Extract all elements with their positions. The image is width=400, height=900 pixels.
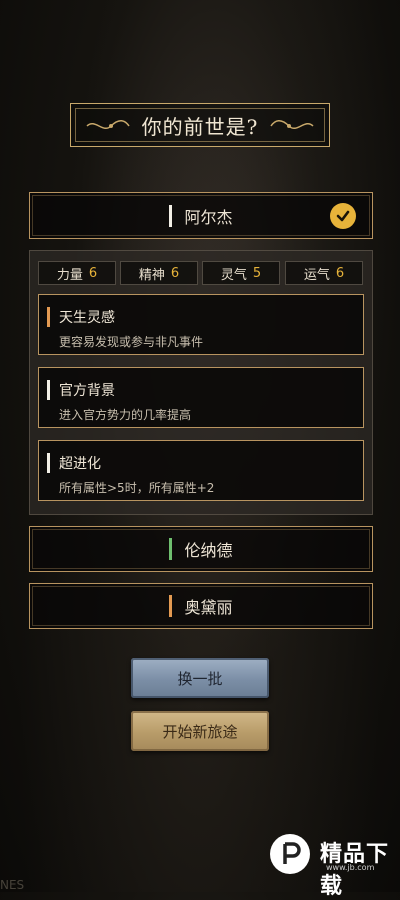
stat-label: 运气 (303, 267, 330, 283)
trait-desc-1: 更容易发现或参与非凡事件 (59, 335, 204, 349)
option-name-1: 阿尔杰 (184, 207, 233, 227)
option-label-1: 阿尔杰 (30, 193, 372, 238)
stat-value: 6 (88, 265, 98, 281)
trait-card-3: 超进化 所有属性>5时，所有属性+2 (38, 440, 364, 501)
option-card-3[interactable]: 奥黛丽 (29, 583, 373, 629)
trait-card-1: 天生灵感 更容易发现或参与非凡事件 (38, 294, 364, 355)
stat-aura: 灵气 5 (202, 261, 280, 285)
option-label-3: 奥黛丽 (30, 584, 372, 628)
option-label-2: 伦纳德 (30, 527, 372, 571)
corner-text: NES (0, 878, 25, 892)
stat-value: 5 (252, 265, 262, 281)
stat-label: 力量 (56, 267, 83, 283)
page-title: 你的前世是? (141, 114, 259, 139)
stat-luck: 运气 6 (285, 261, 363, 285)
trait-accent-bar (47, 453, 50, 473)
stat-spirit: 精神 6 (120, 261, 198, 285)
selected-check-icon (330, 203, 356, 229)
watermark: 精品下载 www.jb.com (270, 832, 394, 899)
trait-accent-bar (47, 380, 50, 400)
trait-card-2: 官方背景 进入官方势力的几率提高 (38, 367, 364, 428)
stat-value: 6 (335, 265, 345, 281)
flourish-left-icon (86, 120, 130, 129)
trait-name-3: 超进化 (59, 456, 101, 472)
option-card-1[interactable]: 阿尔杰 (29, 192, 373, 239)
watermark-logo-icon (270, 834, 310, 874)
option-name-3: 奥黛丽 (184, 598, 233, 617)
option-name-2: 伦纳德 (184, 541, 233, 560)
stat-strength: 力量 6 (38, 261, 116, 285)
option-accent-bar (169, 204, 173, 227)
option-accent-bar (169, 538, 173, 560)
trait-desc-3: 所有属性>5时，所有属性+2 (59, 481, 215, 495)
refresh-button[interactable]: 换一批 (131, 658, 269, 698)
stat-label: 精神 (138, 267, 165, 283)
watermark-url: www.jb.com (326, 863, 375, 872)
stat-label: 灵气 (220, 267, 247, 283)
start-journey-button[interactable]: 开始新旅途 (131, 711, 269, 751)
trait-name-1: 天生灵感 (59, 310, 115, 326)
option-card-2[interactable]: 伦纳德 (29, 526, 373, 572)
trait-desc-2: 进入官方势力的几率提高 (59, 408, 192, 422)
flourish-right-icon (270, 120, 314, 129)
option-accent-bar (169, 595, 173, 617)
option-details-panel: 力量 6 精神 6 灵气 5 运气 6 天生灵感 更容易发现或参与非凡事件 官方背景 进… (29, 250, 373, 515)
trait-name-2: 官方背景 (59, 383, 115, 399)
stat-value: 6 (170, 265, 180, 281)
title-frame: 你的前世是? (70, 103, 330, 147)
trait-accent-bar (47, 307, 50, 327)
